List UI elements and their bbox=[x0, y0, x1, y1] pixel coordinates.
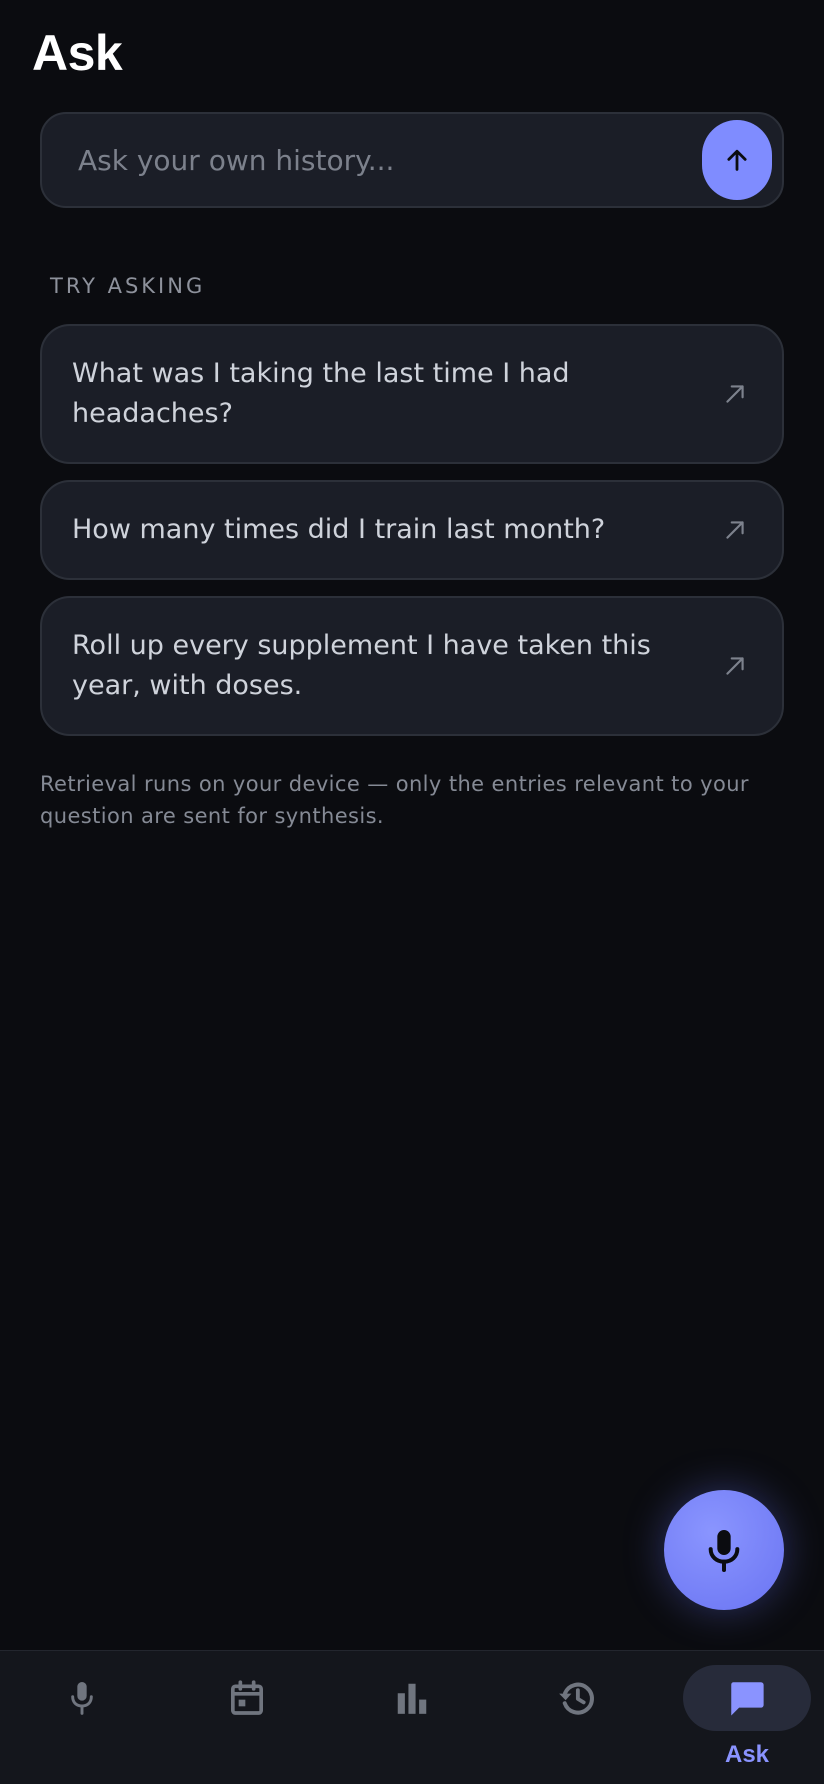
privacy-note: Retrieval runs on your device — only the… bbox=[40, 772, 749, 828]
send-button[interactable] bbox=[702, 120, 772, 200]
nav-item-ask[interactable]: Ask bbox=[677, 1651, 817, 1784]
suggestion-card[interactable]: What was I taking the last time I had he… bbox=[40, 324, 784, 464]
ask-screen: Ask TRY ASKING What was I taking the las… bbox=[0, 0, 824, 1784]
search-bar bbox=[40, 112, 784, 208]
nav-item-record[interactable] bbox=[12, 1651, 152, 1784]
bottom-nav: Ask bbox=[0, 1650, 824, 1784]
chat-icon bbox=[731, 1682, 764, 1716]
nav-item-stats[interactable] bbox=[342, 1651, 482, 1784]
arrow-up-right-icon bbox=[726, 385, 744, 403]
suggestion-text: Roll up every supplement I have taken th… bbox=[72, 630, 651, 701]
bar-chart-icon bbox=[397, 1683, 427, 1714]
history-icon bbox=[559, 1682, 594, 1715]
suggestion-card[interactable]: How many times did I train last month? bbox=[40, 480, 784, 580]
calendar-icon bbox=[231, 1680, 263, 1715]
mic-icon bbox=[71, 1682, 93, 1715]
search-input[interactable] bbox=[78, 114, 698, 206]
nav-item-history[interactable] bbox=[507, 1651, 647, 1784]
nav-item-label: Ask bbox=[724, 1741, 770, 1768]
mic-icon bbox=[708, 1530, 740, 1572]
arrow-up-icon bbox=[727, 149, 747, 171]
suggestion-text: How many times did I train last month? bbox=[72, 514, 606, 545]
suggestion-text: What was I taking the last time I had he… bbox=[72, 358, 570, 429]
try-asking-heading: TRY ASKING bbox=[50, 274, 206, 298]
voice-record-button[interactable] bbox=[664, 1490, 784, 1610]
arrow-up-right-icon bbox=[726, 521, 744, 539]
page-title: Ask bbox=[32, 25, 123, 81]
suggestion-card[interactable]: Roll up every supplement I have taken th… bbox=[40, 596, 784, 736]
nav-item-calendar[interactable] bbox=[177, 1651, 317, 1784]
arrow-up-right-icon bbox=[726, 657, 744, 675]
